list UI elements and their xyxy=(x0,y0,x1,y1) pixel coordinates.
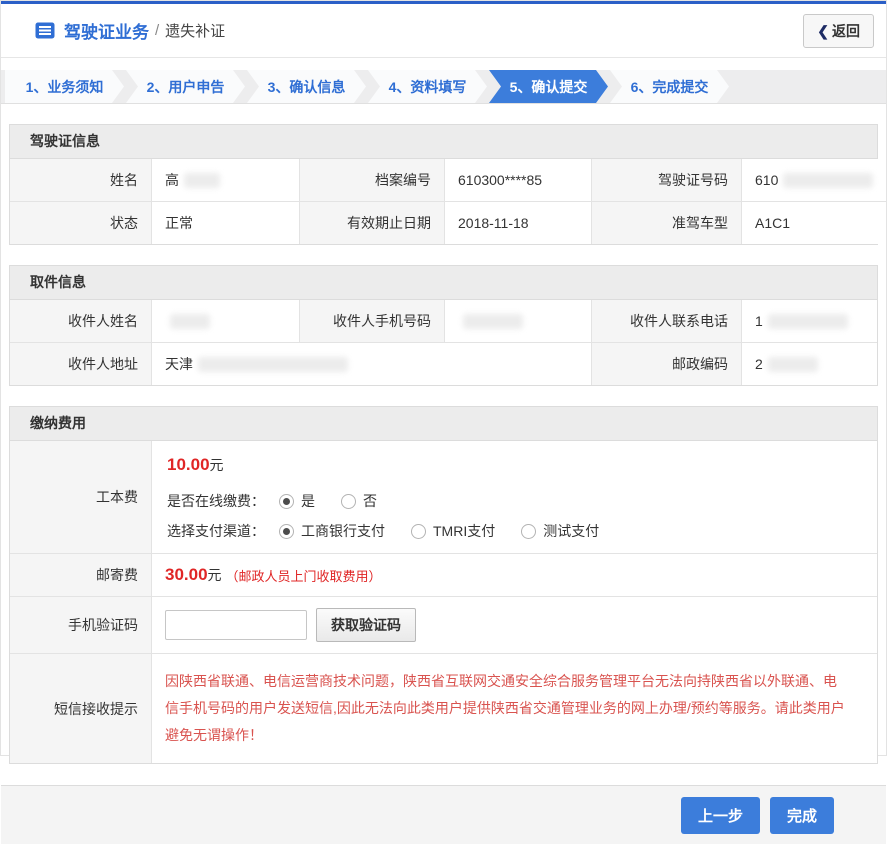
license-number-value: 610 xyxy=(742,159,886,202)
recipient-mobile-label: 收件人手机号码 xyxy=(300,300,445,343)
mail-fee-label: 邮寄费 xyxy=(10,554,152,597)
online-pay-yes-option[interactable]: 是 xyxy=(279,491,315,511)
production-fee-cell: 10.00元 是否在线缴费： 是 否 选择支付渠道： 工商银行支付 TMRI支付… xyxy=(152,441,877,554)
payment-channel-question: 选择支付渠道： xyxy=(167,521,265,541)
recipient-name-redaction xyxy=(170,314,210,329)
name-value: 高 xyxy=(152,159,300,202)
mail-fee-note: （邮政人员上门收取费用） xyxy=(226,566,382,585)
file-number-label: 档案编号 xyxy=(300,159,445,202)
valid-until-label: 有效期止日期 xyxy=(300,202,445,244)
status-label: 状态 xyxy=(10,202,152,244)
sms-code-cell: 获取验证码 xyxy=(152,597,877,654)
pickup-info-section: 取件信息 收件人姓名 收件人手机号码 收件人联系电话 1 收件人地址 天津 邮政… xyxy=(9,265,878,386)
page-title: 驾驶证业务 xyxy=(64,18,149,43)
online-pay-question: 是否在线缴费： xyxy=(167,491,265,511)
postal-code-redaction xyxy=(768,357,818,372)
recipient-phone-label: 收件人联系电话 xyxy=(592,300,742,343)
channel-icbc-option[interactable]: 工商银行支付 xyxy=(279,521,385,541)
channel-tmri-label: TMRI支付 xyxy=(433,521,495,541)
get-code-button[interactable]: 获取验证码 xyxy=(316,608,416,642)
license-number-redaction xyxy=(783,173,873,188)
fees-section: 缴纳费用 工本费 10.00元 是否在线缴费： 是 否 选择支付渠道： 工商银行… xyxy=(9,406,878,764)
online-pay-no-label: 否 xyxy=(363,491,377,511)
production-fee-unit: 元 xyxy=(210,457,224,473)
page-header: 驾驶证业务 / 遗失补证 ❮返回 xyxy=(1,4,886,58)
recipient-mobile-value xyxy=(445,300,592,343)
license-list-icon xyxy=(35,22,55,39)
online-pay-no-option[interactable]: 否 xyxy=(341,491,377,511)
radio-unchecked-icon[interactable] xyxy=(341,494,356,509)
sms-notice-cell: 因陕西省联通、电信运营商技术问题，陕西省互联网交通安全综合服务管理平台无法向持陕… xyxy=(152,654,877,763)
recipient-name-value xyxy=(152,300,300,343)
sms-code-input[interactable] xyxy=(165,610,307,640)
back-button-label: 返回 xyxy=(832,23,860,39)
radio-unchecked-icon[interactable] xyxy=(521,524,536,539)
channel-test-label: 测试支付 xyxy=(543,521,599,541)
channel-icbc-label: 工商银行支付 xyxy=(301,521,385,541)
wizard-step-bar: 1、业务须知 2、用户申告 3、确认信息 4、资料填写 5、确认提交 6、完成提… xyxy=(1,70,886,104)
postal-code-label: 邮政编码 xyxy=(592,343,742,385)
recipient-address-value: 天津 xyxy=(152,343,592,385)
recipient-phone-value: 1 xyxy=(742,300,877,343)
fees-section-title: 缴纳费用 xyxy=(10,407,877,441)
name-label: 姓名 xyxy=(10,159,152,202)
recipient-phone-redaction xyxy=(768,314,848,329)
step-3-confirm-info[interactable]: 3、确认信息 xyxy=(247,70,366,103)
production-fee-label: 工本费 xyxy=(10,441,152,554)
mail-fee-cell: 30.00元（邮政人员上门收取费用） xyxy=(152,554,877,597)
step-1-business-notice[interactable]: 1、业务须知 xyxy=(5,70,124,103)
mail-fee-unit: 元 xyxy=(208,565,222,585)
vehicle-class-value: A1C1 xyxy=(742,202,886,244)
recipient-name-label: 收件人姓名 xyxy=(10,300,152,343)
mail-fee-amount: 30.00 xyxy=(165,565,208,585)
step-6-complete-submit[interactable]: 6、完成提交 xyxy=(610,70,729,103)
radio-checked-icon[interactable] xyxy=(279,494,294,509)
radio-unchecked-icon[interactable] xyxy=(411,524,426,539)
valid-until-value: 2018-11-18 xyxy=(445,202,592,244)
online-pay-yes-label: 是 xyxy=(301,491,315,511)
sms-notice-text: 因陕西省联通、电信运营商技术问题，陕西省互联网交通安全综合服务管理平台无法向持陕… xyxy=(165,665,864,752)
license-number-label: 驾驶证号码 xyxy=(592,159,742,202)
chevron-left-icon: ❮ xyxy=(817,23,829,39)
step-2-user-declaration[interactable]: 2、用户申告 xyxy=(126,70,245,103)
file-number-value: 610300****85 xyxy=(445,159,592,202)
channel-test-option[interactable]: 测试支付 xyxy=(521,521,599,541)
breadcrumb-separator: / xyxy=(155,22,159,39)
channel-tmri-option[interactable]: TMRI支付 xyxy=(411,521,495,541)
step-5-confirm-submit[interactable]: 5、确认提交 xyxy=(489,70,608,103)
finish-button[interactable]: 完成 xyxy=(770,797,834,834)
sms-notice-label: 短信接收提示 xyxy=(10,654,152,763)
previous-step-button[interactable]: 上一步 xyxy=(681,797,760,834)
back-button[interactable]: ❮返回 xyxy=(803,14,874,48)
pickup-section-title: 取件信息 xyxy=(10,266,877,300)
license-section-title: 驾驶证信息 xyxy=(10,125,877,159)
breadcrumb-current: 遗失补证 xyxy=(165,20,225,41)
recipient-mobile-redaction xyxy=(463,314,523,329)
recipient-address-redaction xyxy=(198,357,348,372)
step-4-fill-data[interactable]: 4、资料填写 xyxy=(368,70,487,103)
vehicle-class-label: 准驾车型 xyxy=(592,202,742,244)
sms-code-label: 手机验证码 xyxy=(10,597,152,654)
footer-action-bar: 上一步 完成 xyxy=(1,785,886,844)
name-redaction xyxy=(184,173,220,188)
recipient-address-label: 收件人地址 xyxy=(10,343,152,385)
license-info-section: 驾驶证信息 姓名 高 档案编号 610300****85 驾驶证号码 610 状… xyxy=(9,124,878,245)
postal-code-value: 2 xyxy=(742,343,877,385)
production-fee-amount: 10.00 xyxy=(167,455,210,474)
status-value: 正常 xyxy=(152,202,300,244)
radio-checked-icon[interactable] xyxy=(279,524,294,539)
